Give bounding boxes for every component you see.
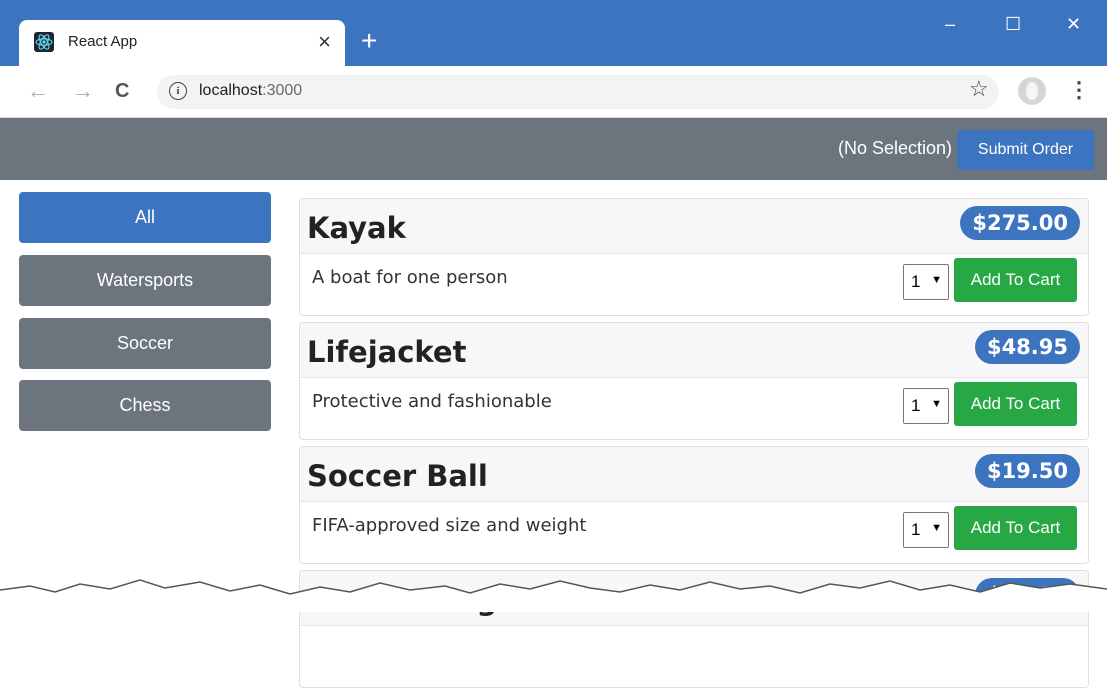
product-name: Lifejacket xyxy=(307,335,467,369)
add-to-cart-button[interactable]: Add To Cart xyxy=(954,506,1077,550)
profile-avatar[interactable] xyxy=(1018,77,1046,105)
add-to-cart-button[interactable]: Add To Cart xyxy=(954,382,1077,426)
category-button-watersports[interactable]: Watersports xyxy=(19,255,271,306)
url-port: :3000 xyxy=(262,82,303,99)
category-button-chess[interactable]: Chess xyxy=(19,380,271,431)
price-badge: $19.50 xyxy=(974,454,1080,488)
browser-tab[interactable]: React App × xyxy=(19,20,345,66)
minimize-icon[interactable]: – xyxy=(945,14,955,34)
product-description: A boat for one person xyxy=(312,267,508,288)
url-text[interactable]: localhost:3000 xyxy=(199,82,302,100)
url-host: localhost xyxy=(199,82,263,99)
close-tab-icon[interactable]: × xyxy=(318,29,331,55)
close-window-icon[interactable]: ✕ xyxy=(1066,14,1081,34)
product-card-soccer-ball: Soccer Ball $19.50 FIFA-approved size an… xyxy=(299,446,1089,564)
product-card-header: Kayak $275.00 xyxy=(300,199,1088,254)
torn-edge-overlay xyxy=(0,579,1107,612)
maximize-icon[interactable]: ☐ xyxy=(1005,14,1021,34)
product-name: Soccer Ball xyxy=(307,459,488,493)
product-card-lifejacket: Lifejacket $48.95 Protective and fashion… xyxy=(299,322,1089,440)
product-description: Protective and fashionable xyxy=(312,391,552,412)
product-name: Kayak xyxy=(307,211,406,245)
product-card-header: Lifejacket $48.95 xyxy=(300,323,1088,378)
category-button-soccer[interactable]: Soccer xyxy=(19,318,271,369)
product-description: FIFA-approved size and weight xyxy=(312,515,587,536)
quantity-value: 1 xyxy=(911,272,921,291)
forward-icon[interactable]: → xyxy=(72,78,94,104)
reload-icon[interactable]: C xyxy=(115,78,129,104)
back-icon[interactable]: ← xyxy=(27,78,49,104)
address-bar[interactable]: i localhost:3000 xyxy=(157,75,999,109)
quantity-select[interactable]: 1 ▼ xyxy=(903,512,949,548)
price-badge: $48.95 xyxy=(974,330,1080,364)
browser-toolbar: ← → C i localhost:3000 ☆ ⋮ xyxy=(0,66,1107,118)
app-header: (No Selection) Submit Order xyxy=(0,118,1107,180)
submit-order-button[interactable]: Submit Order xyxy=(957,130,1094,170)
quantity-value: 1 xyxy=(911,520,921,539)
info-icon[interactable]: i xyxy=(169,82,187,100)
product-card-kayak: Kayak $275.00 A boat for one person 1 ▼ … xyxy=(299,198,1089,316)
category-button-all[interactable]: All xyxy=(19,192,271,243)
browser-titlebar: React App × + – ☐ ✕ xyxy=(0,0,1107,66)
menu-icon[interactable]: ⋮ xyxy=(1068,78,1090,102)
product-card-header: Soccer Ball $19.50 xyxy=(300,447,1088,502)
new-tab-icon[interactable]: + xyxy=(361,26,377,56)
price-badge: $275.00 xyxy=(960,206,1080,240)
dropdown-caret-icon: ▼ xyxy=(931,522,942,534)
selection-status: (No Selection) xyxy=(837,138,952,158)
quantity-select[interactable]: 1 ▼ xyxy=(903,264,949,300)
quantity-value: 1 xyxy=(911,396,921,415)
dropdown-caret-icon: ▼ xyxy=(931,398,942,410)
quantity-select[interactable]: 1 ▼ xyxy=(903,388,949,424)
tab-title: React App xyxy=(68,33,138,50)
react-logo-icon xyxy=(34,32,54,52)
add-to-cart-button[interactable]: Add To Cart xyxy=(954,258,1077,302)
dropdown-caret-icon: ▼ xyxy=(931,274,942,286)
bookmark-star-icon[interactable]: ☆ xyxy=(969,77,989,101)
